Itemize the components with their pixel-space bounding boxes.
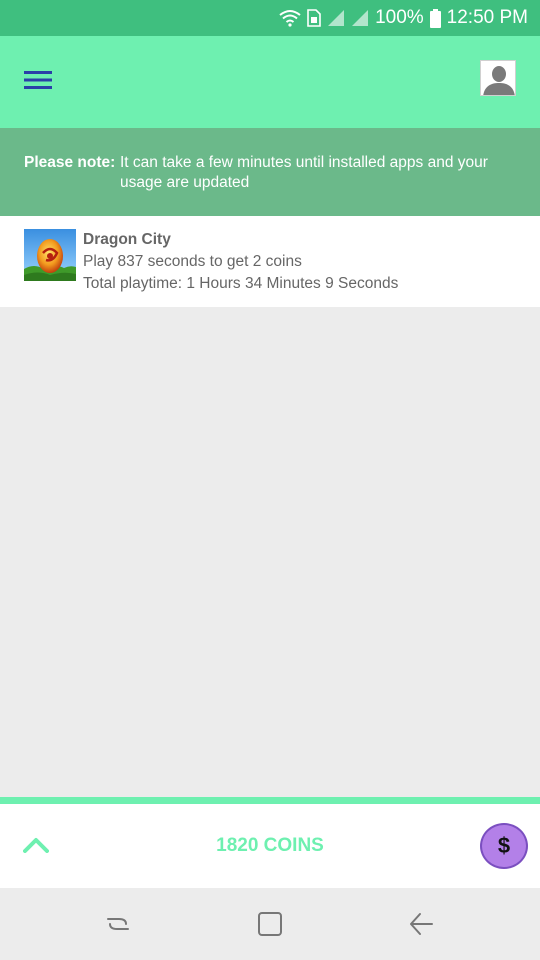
- app-playtime: Total playtime: 1 Hours 34 Minutes 9 Sec…: [83, 275, 399, 292]
- status-icons: 100% 12:50 PM: [279, 0, 528, 36]
- clock: 12:50 PM: [446, 7, 528, 28]
- wifi-icon: [279, 9, 301, 27]
- user-avatar-icon: [481, 61, 515, 95]
- notice-banner: Please note: It can take a few minutes u…: [0, 128, 540, 216]
- status-bar: 100% 12:50 PM: [0, 0, 540, 36]
- home-button[interactable]: [252, 908, 288, 940]
- profile-button[interactable]: [480, 60, 516, 96]
- dragon-city-app-icon: [24, 229, 76, 281]
- dollar-icon: $: [497, 833, 511, 858]
- coins-bar: 1820 COINS $: [0, 804, 540, 888]
- signal-icon: [351, 9, 369, 27]
- home-icon: [258, 912, 282, 936]
- sim-icon: [307, 9, 321, 27]
- app-list-item[interactable]: Dragon City Play 837 seconds to get 2 co…: [0, 216, 540, 307]
- battery-percent: 100%: [375, 7, 424, 28]
- battery-icon: [429, 8, 441, 28]
- app-goal: Play 837 seconds to get 2 coins: [83, 253, 302, 270]
- back-button[interactable]: [403, 908, 439, 940]
- coins-bar-divider: [0, 797, 540, 804]
- signal-icon: [327, 9, 345, 27]
- recent-apps-icon: [107, 918, 129, 930]
- hamburger-menu-icon: [24, 71, 52, 89]
- chevron-up-icon: [23, 838, 49, 853]
- app-bar: [0, 36, 540, 128]
- notice-label: Please note:: [24, 154, 116, 171]
- coins-count: 1820 COINS: [216, 835, 324, 856]
- app-name: Dragon City: [83, 231, 171, 248]
- system-nav-bar: [0, 888, 540, 960]
- recent-apps-button[interactable]: [100, 908, 136, 940]
- expand-button[interactable]: [18, 830, 54, 860]
- notice-text: It can take a few minutes until installe…: [120, 154, 488, 191]
- menu-button[interactable]: [20, 64, 56, 96]
- coin-button[interactable]: $: [480, 823, 528, 869]
- back-icon: [410, 913, 433, 935]
